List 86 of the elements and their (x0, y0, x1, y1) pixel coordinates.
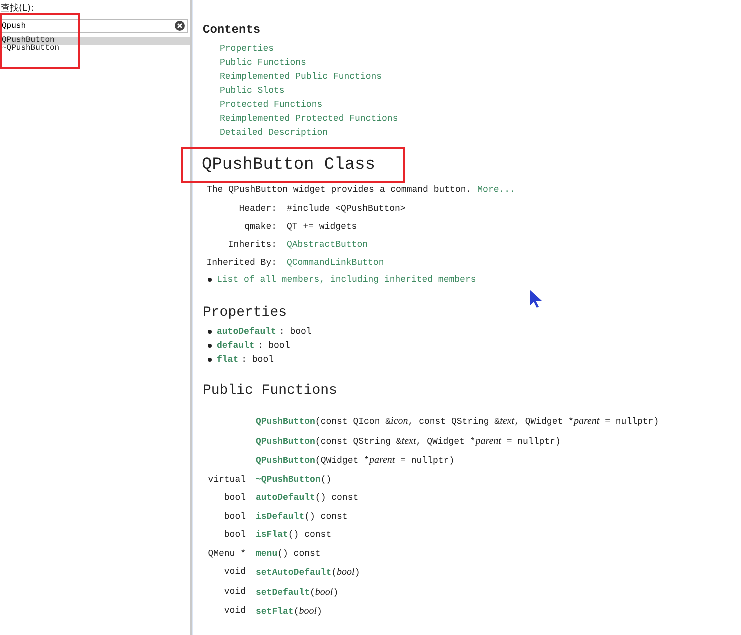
more-link[interactable]: More... (478, 185, 516, 195)
return-type: bool (224, 512, 246, 522)
function-link[interactable]: ~QPushButton (256, 474, 321, 484)
property-link[interactable]: flat (217, 355, 239, 365)
contents-link[interactable]: Public Functions (220, 58, 306, 68)
info-label: Inherited By: (206, 258, 277, 268)
contents-link[interactable]: Reimplemented Public Functions (220, 72, 382, 82)
property-link[interactable]: autoDefault (217, 327, 276, 337)
property-type: : bool (258, 341, 290, 351)
info-label: Inherits: (227, 240, 277, 250)
info-value: QT += widgets (287, 222, 358, 232)
signature-text: () (320, 474, 332, 484)
property-type: : bool (242, 355, 274, 365)
contents-link[interactable]: Properties (220, 44, 274, 54)
search-field[interactable]: Qpush (0, 19, 188, 33)
return-type: bool (224, 530, 246, 540)
signature-text: ( (310, 588, 316, 598)
signature-text: parent (574, 416, 600, 427)
function-link[interactable]: isFlat (256, 530, 288, 540)
signature-text: = nullptr) (506, 436, 561, 446)
bullet-icon (208, 330, 212, 334)
signature-text: parent (369, 455, 396, 466)
section-heading: Contents (203, 23, 262, 37)
info-link[interactable]: QCommandLinkButton (287, 258, 406, 268)
info-link[interactable]: QAbstractButton (287, 240, 406, 250)
signature-text: ( (294, 607, 300, 617)
bullet-icon (208, 278, 212, 282)
property-type: : bool (279, 327, 312, 337)
signature-text: () const (304, 512, 348, 522)
contents-link[interactable]: Protected Functions (220, 100, 323, 110)
property-link[interactable]: default (217, 341, 255, 351)
signature-text: bool (337, 567, 355, 578)
index-item[interactable]: ~QPushButton (0, 45, 190, 53)
section-heading: Properties (203, 305, 288, 321)
signature-text: icon (391, 416, 408, 427)
function-link[interactable]: setDefault (256, 588, 310, 598)
mouse-pointer-icon (529, 289, 543, 309)
info-value: #include <QPushButton> (287, 204, 406, 214)
contents-link[interactable]: Detailed Description (220, 128, 328, 138)
return-type: void (224, 606, 246, 616)
signature-text: text (500, 416, 515, 427)
signature-text: , const QString & (408, 417, 500, 427)
all-members-link[interactable]: List of all members, including inherited members (217, 275, 476, 285)
function-link[interactable]: setFlat (256, 607, 294, 617)
return-type: virtual (208, 474, 246, 484)
function-link[interactable]: isDefault (256, 512, 305, 522)
return-type: void (224, 567, 246, 577)
signature-text: ) (354, 568, 360, 578)
signature-text: text (402, 436, 416, 446)
signature-text: () const (278, 548, 321, 558)
bullet-icon (208, 358, 212, 362)
section-heading: Public Functions (203, 383, 338, 399)
index-item[interactable]: QPushButton (0, 37, 190, 45)
signature-text: , QWidget * (514, 417, 574, 427)
return-type: void (224, 586, 246, 596)
return-type: QMenu * (208, 548, 246, 558)
signature-text: = nullptr) (604, 417, 660, 427)
signature-text: ( (332, 568, 338, 578)
signature-text: ) (317, 607, 322, 617)
find-label: 查找(L): (1, 2, 36, 15)
function-link[interactable]: menu (256, 548, 278, 558)
function-link[interactable]: QPushButton (256, 456, 316, 466)
function-link[interactable]: autoDefault (256, 493, 316, 503)
function-link[interactable]: setAutoDefault (256, 568, 332, 578)
info-label: Header: (238, 204, 277, 214)
description-text: The QPushButton widget provides a command button. (207, 185, 472, 195)
signature-text: (QWidget * (315, 456, 370, 466)
clear-icon[interactable] (175, 21, 185, 31)
signature-text: = nullptr) (400, 456, 455, 466)
signature-text: ) (333, 588, 339, 598)
function-link[interactable]: QPushButton (256, 436, 316, 446)
info-label: qmake: (244, 222, 277, 232)
return-type: bool (224, 493, 246, 503)
function-link[interactable]: QPushButton (256, 417, 316, 427)
bullet-icon (208, 344, 212, 348)
signature-text: (const QString & (315, 436, 402, 446)
signature-text: parent (476, 436, 502, 446)
signature-text: () const (315, 493, 359, 503)
contents-link[interactable]: Reimplemented Protected Functions (220, 114, 398, 124)
signature-text: bool (315, 586, 334, 598)
signature-text: bool (299, 606, 317, 617)
signature-text: , QWidget * (416, 436, 476, 446)
signature-text: (const QIcon & (315, 417, 392, 427)
class-title: QPushButton Class (202, 156, 376, 174)
contents-link[interactable]: Public Slots (220, 86, 285, 96)
signature-text: () const (288, 530, 332, 540)
